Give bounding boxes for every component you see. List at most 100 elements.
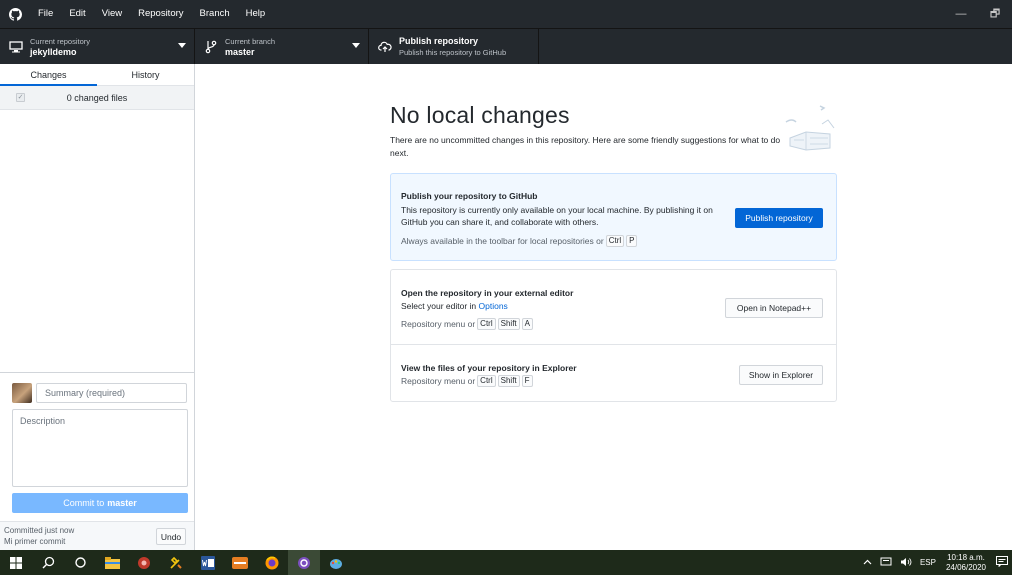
publish-card: Publish your repository to GitHub This r… (390, 173, 837, 261)
editor-desc-prefix: Select your editor in (401, 301, 477, 311)
toolbar: Current repository jekylldemo Current br… (0, 28, 1012, 65)
options-link[interactable]: Options (479, 301, 508, 311)
notifications-icon[interactable] (992, 556, 1012, 569)
chevron-up-icon[interactable] (859, 558, 876, 567)
kbd-shift: Shift (497, 318, 520, 330)
app-orange-icon[interactable] (224, 550, 256, 575)
editor-hint-text: Repository menu or (401, 319, 476, 329)
github-logo-icon (0, 0, 30, 28)
suggestions-card: Open the repository in your external edi… (390, 269, 837, 402)
menu-branch[interactable]: Branch (192, 0, 238, 28)
paint-icon[interactable] (320, 550, 352, 575)
menu-edit[interactable]: Edit (61, 0, 93, 28)
taskbar-clock[interactable]: 10:18 a.m. 24/06/2020 (940, 553, 992, 573)
kbd-f: F (521, 375, 533, 387)
sidebar-tabs: Changes History (0, 64, 194, 86)
avatar (12, 383, 32, 403)
publish-title: Publish repository (399, 36, 479, 46)
undo-button[interactable]: Undo (156, 528, 186, 545)
sidebar: Changes History ✓ 0 changed files Summar… (0, 64, 195, 551)
editor-card-description: Select your editor in Options (401, 300, 508, 312)
app-red-icon[interactable] (128, 550, 160, 575)
publish-hint-text: Always available in the toolbar for loca… (401, 236, 604, 246)
last-commit-info: Committed just now Mi primer commit (4, 525, 74, 547)
branch-icon (203, 39, 219, 55)
repository-caption: Current repository (30, 37, 91, 46)
publish-card-hint: Always available in the toolbar for loca… (401, 235, 638, 247)
kbd-ctrl: Ctrl (477, 318, 496, 330)
summary-row: Summary (required) (12, 383, 187, 403)
explorer-card-hint: Repository menu or Ctrl Shift F (401, 375, 533, 387)
kbd-shift: Shift (497, 375, 520, 387)
computer-icon (8, 39, 24, 55)
commit-panel: Summary (required) Description Commit to… (0, 372, 194, 551)
chevron-down-icon (352, 43, 360, 48)
network-icon[interactable] (876, 557, 896, 568)
commit-button[interactable]: Commit to master (12, 493, 188, 513)
file-explorer-icon[interactable] (96, 550, 128, 575)
tab-changes[interactable]: Changes (0, 64, 97, 86)
editor-card-title: Open the repository in your external edi… (401, 288, 574, 298)
commit-button-branch: master (107, 498, 137, 508)
kbd-ctrl: Ctrl (605, 235, 625, 247)
app-purple-icon[interactable] (288, 550, 320, 575)
tab-history[interactable]: History (97, 64, 194, 85)
kbd-ctrl: Ctrl (477, 375, 496, 387)
restore-button[interactable]: 🗗 (978, 0, 1012, 28)
publish-text: Publish repository Publish this reposito… (399, 36, 506, 58)
publish-card-description: This repository is currently only availa… (401, 205, 713, 227)
language-indicator[interactable]: ESP (916, 558, 940, 567)
description-input[interactable]: Description (12, 409, 188, 487)
current-branch-dropdown[interactable]: Current branch master (195, 29, 369, 65)
page-description: There are no uncommitted changes in this… (390, 135, 781, 158)
kbd-a: A (521, 318, 533, 330)
menu-bar: File Edit View Repository Branch Help — … (0, 0, 1012, 28)
no-changes-illustration-icon (780, 98, 840, 158)
publish-card-title: Publish your repository to GitHub (401, 191, 538, 201)
page-title: No local changes (390, 102, 570, 128)
last-commit-bar: Committed just now Mi primer commit Undo (0, 521, 194, 551)
repository-name: jekylldemo (30, 47, 77, 57)
clock-time: 10:18 a.m. (947, 552, 985, 562)
show-in-explorer-button[interactable]: Show in Explorer (739, 365, 823, 385)
commit-button-prefix: Commit to (63, 498, 105, 508)
firefox-icon[interactable] (256, 550, 288, 575)
publish-repository-cta-button[interactable]: Publish repository (735, 208, 823, 228)
search-icon[interactable] (32, 550, 64, 575)
kbd-p: P (626, 235, 638, 247)
card-divider (391, 344, 836, 345)
github-desktop-window: File Edit View Repository Branch Help — … (0, 0, 1012, 575)
branch-caption: Current branch (225, 37, 276, 46)
summary-input[interactable]: Summary (required) (36, 383, 187, 403)
windows-start-icon[interactable] (0, 550, 32, 575)
menu-view[interactable]: View (94, 0, 130, 28)
clock-date: 24/06/2020 (945, 562, 986, 572)
repository-text: Current repository jekylldemo (30, 36, 90, 58)
cloud-upload-icon (377, 39, 393, 55)
explorer-card-title: View the files of your repository in Exp… (401, 363, 577, 373)
main-content: No local changes There are no uncommitte… (195, 64, 1012, 550)
menu-repository[interactable]: Repository (130, 0, 191, 28)
volume-icon[interactable] (896, 557, 916, 569)
publish-repository-button[interactable]: Publish repository Publish this reposito… (369, 29, 539, 65)
app-tools-icon[interactable] (160, 550, 192, 575)
windows-taskbar: ESP 10:18 a.m. 24/06/2020 (0, 550, 1012, 575)
branch-text: Current branch master (225, 36, 275, 58)
changed-files-count: 0 changed files (66, 92, 128, 103)
chevron-down-icon (178, 43, 186, 48)
window-controls: — 🗗 (944, 0, 1012, 28)
open-in-editor-button[interactable]: Open in Notepad++ (725, 298, 823, 318)
last-commit-time: Committed just now (4, 526, 75, 535)
last-commit-message: Mi primer commit (4, 537, 66, 546)
editor-card-hint: Repository menu or Ctrl Shift A (401, 318, 533, 330)
explorer-hint-text: Repository menu or (401, 376, 476, 386)
system-tray: ESP 10:18 a.m. 24/06/2020 (859, 550, 1012, 575)
menu-file[interactable]: File (30, 0, 61, 28)
changed-files-header: ✓ 0 changed files (0, 86, 194, 110)
menu-help[interactable]: Help (238, 0, 274, 28)
task-view-icon[interactable] (64, 550, 96, 575)
word-icon[interactable] (192, 550, 224, 575)
current-repository-dropdown[interactable]: Current repository jekylldemo (0, 29, 195, 65)
branch-name: master (225, 47, 255, 57)
minimize-button[interactable]: — (944, 0, 978, 28)
